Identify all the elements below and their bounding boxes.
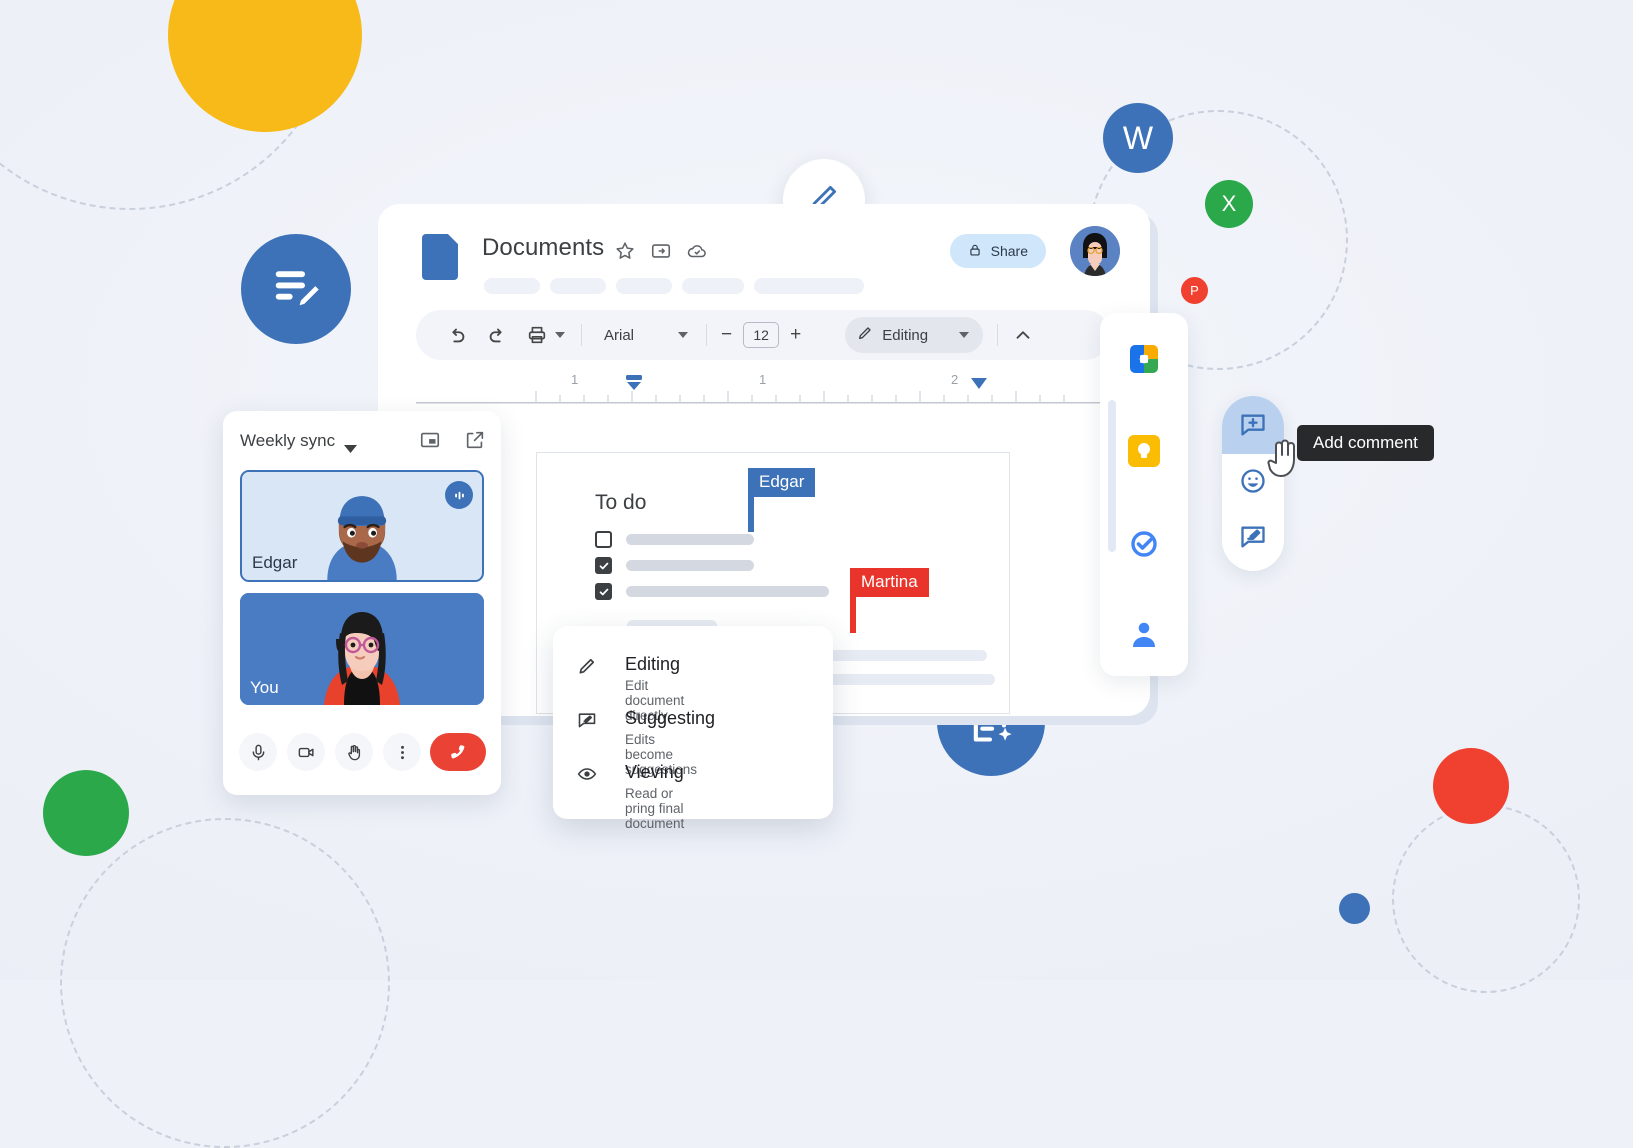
redo-icon[interactable] [486, 324, 508, 346]
menu-item-label: Vieving [625, 762, 684, 782]
page-title: Documents [482, 234, 605, 261]
todo-item[interactable] [595, 557, 754, 574]
print-icon[interactable] [526, 324, 548, 346]
menu-placeholder[interactable] [550, 278, 606, 294]
contacts-icon[interactable] [1128, 618, 1160, 650]
todo-text-placeholder [626, 534, 754, 545]
red-circle [1433, 748, 1509, 824]
docs-edit-fab[interactable] [241, 234, 351, 344]
camera-button[interactable] [287, 733, 325, 771]
chevron-up-icon[interactable] [1012, 324, 1034, 346]
end-call-button[interactable] [430, 733, 486, 771]
todo-heading: To do [595, 491, 647, 514]
menu-placeholder[interactable] [484, 278, 540, 294]
video-tile-name: You [250, 678, 279, 697]
chevron-down-icon[interactable] [344, 440, 357, 458]
menu-item-sublabel: Read or pring final document [625, 786, 685, 831]
print-chevron-down-icon[interactable] [555, 332, 565, 338]
toolbar-divider [997, 324, 999, 346]
checkbox-checked-icon[interactable] [595, 557, 612, 574]
collaborator-name: Edgar [748, 468, 816, 497]
editing-mode-menu: Editing Edit document directly Suggestin… [553, 626, 833, 831]
dashed-arc-bottomright [1392, 805, 1580, 993]
checkbox-checked-icon[interactable] [595, 583, 612, 600]
avatar[interactable] [1070, 226, 1120, 276]
menu-placeholder[interactable] [754, 278, 864, 294]
google-tasks-icon[interactable] [1128, 527, 1160, 559]
font-size-increase-button[interactable]: + [790, 324, 801, 346]
eye-icon [577, 764, 597, 784]
share-button[interactable]: Share [949, 234, 1046, 268]
mode-chevron-down-icon[interactable] [959, 332, 970, 338]
cloud-saved-icon[interactable] [686, 240, 708, 262]
suggest-edit-icon [577, 710, 597, 730]
open-in-new-icon[interactable] [464, 429, 486, 451]
todo-text-placeholder [626, 586, 829, 597]
hand-pointer-cursor [1267, 438, 1301, 484]
todo-text-placeholder [626, 560, 754, 571]
todo-item[interactable] [595, 531, 754, 548]
tooltip-label: Add comment [1313, 433, 1418, 452]
video-tile-edgar[interactable]: Edgar [240, 470, 484, 582]
excel-badge-letter: X [1221, 191, 1237, 216]
editing-mode-chip[interactable]: Editing [845, 317, 984, 353]
doc-scrollbar-thumb[interactable] [1108, 400, 1116, 552]
google-chat-icon[interactable] [1128, 343, 1160, 375]
mic-button[interactable] [239, 733, 277, 771]
tooltip: Add comment [1297, 425, 1434, 461]
powerpoint-badge-letter: P [1190, 283, 1199, 298]
menu-item-label: Editing [625, 654, 681, 674]
suggest-edit-icon[interactable] [1239, 523, 1267, 551]
blue-dot [1339, 893, 1370, 924]
collaborator-name: Martina [850, 568, 929, 597]
share-button-label: Share [990, 243, 1028, 259]
add-comment-icon[interactable] [1239, 411, 1267, 439]
dashed-arc-bottomleft [60, 818, 390, 1148]
pencil-icon [577, 656, 597, 676]
illustration-canvas: W X P Documents Share Arial − 12 + Editi… [0, 0, 1633, 1148]
body-text-placeholder [819, 674, 995, 685]
doc-header: Documents Share [378, 204, 1150, 302]
ruler-number: 1 [759, 372, 767, 387]
video-tile-you[interactable]: You [240, 593, 484, 705]
document-edit-icon [269, 260, 323, 319]
body-text-placeholder [819, 650, 987, 661]
font-size-decrease-button[interactable]: − [721, 324, 732, 346]
star-icon[interactable] [614, 240, 636, 262]
meet-title: Weekly sync [240, 431, 336, 450]
undo-icon[interactable] [446, 324, 468, 346]
menu-placeholder[interactable] [616, 278, 672, 294]
word-badge-letter: W [1122, 119, 1154, 156]
ruler-number: 1 [571, 372, 579, 387]
google-keep-icon[interactable] [1128, 435, 1160, 467]
ruler-ticks [416, 391, 1116, 404]
font-family-value[interactable]: Arial [604, 327, 634, 344]
toolbar-divider [706, 324, 708, 346]
picture-in-picture-icon[interactable] [419, 429, 441, 451]
ruler-number: 2 [951, 372, 959, 387]
move-to-folder-icon[interactable] [650, 240, 672, 262]
excel-badge: X [1205, 180, 1253, 228]
doc-toolbar: Arial − 12 + Editing [416, 310, 1110, 360]
word-badge: W [1103, 103, 1173, 173]
font-size-input[interactable]: 12 [743, 322, 780, 348]
menu-placeholder[interactable] [682, 278, 744, 294]
powerpoint-badge: P [1181, 277, 1208, 304]
document-file-icon [422, 234, 458, 280]
raise-hand-button[interactable] [335, 733, 373, 771]
font-chevron-down-icon[interactable] [678, 332, 689, 338]
pencil-icon [857, 325, 873, 345]
editing-mode-label: Editing [882, 326, 929, 344]
video-tile-name: Edgar [252, 553, 298, 572]
menu-item-label: Suggesting [625, 708, 716, 728]
todo-item[interactable] [595, 583, 829, 600]
green-circle [43, 770, 129, 856]
more-options-button[interactable] [383, 733, 421, 771]
toolbar-divider [581, 324, 582, 346]
audio-level-icon [445, 481, 473, 509]
checkbox-unchecked-icon[interactable] [595, 531, 612, 548]
add-emoji-reaction-icon[interactable] [1239, 467, 1267, 495]
meet-panel: Weekly sync Edgar You [223, 411, 501, 795]
lock-icon [968, 243, 982, 260]
